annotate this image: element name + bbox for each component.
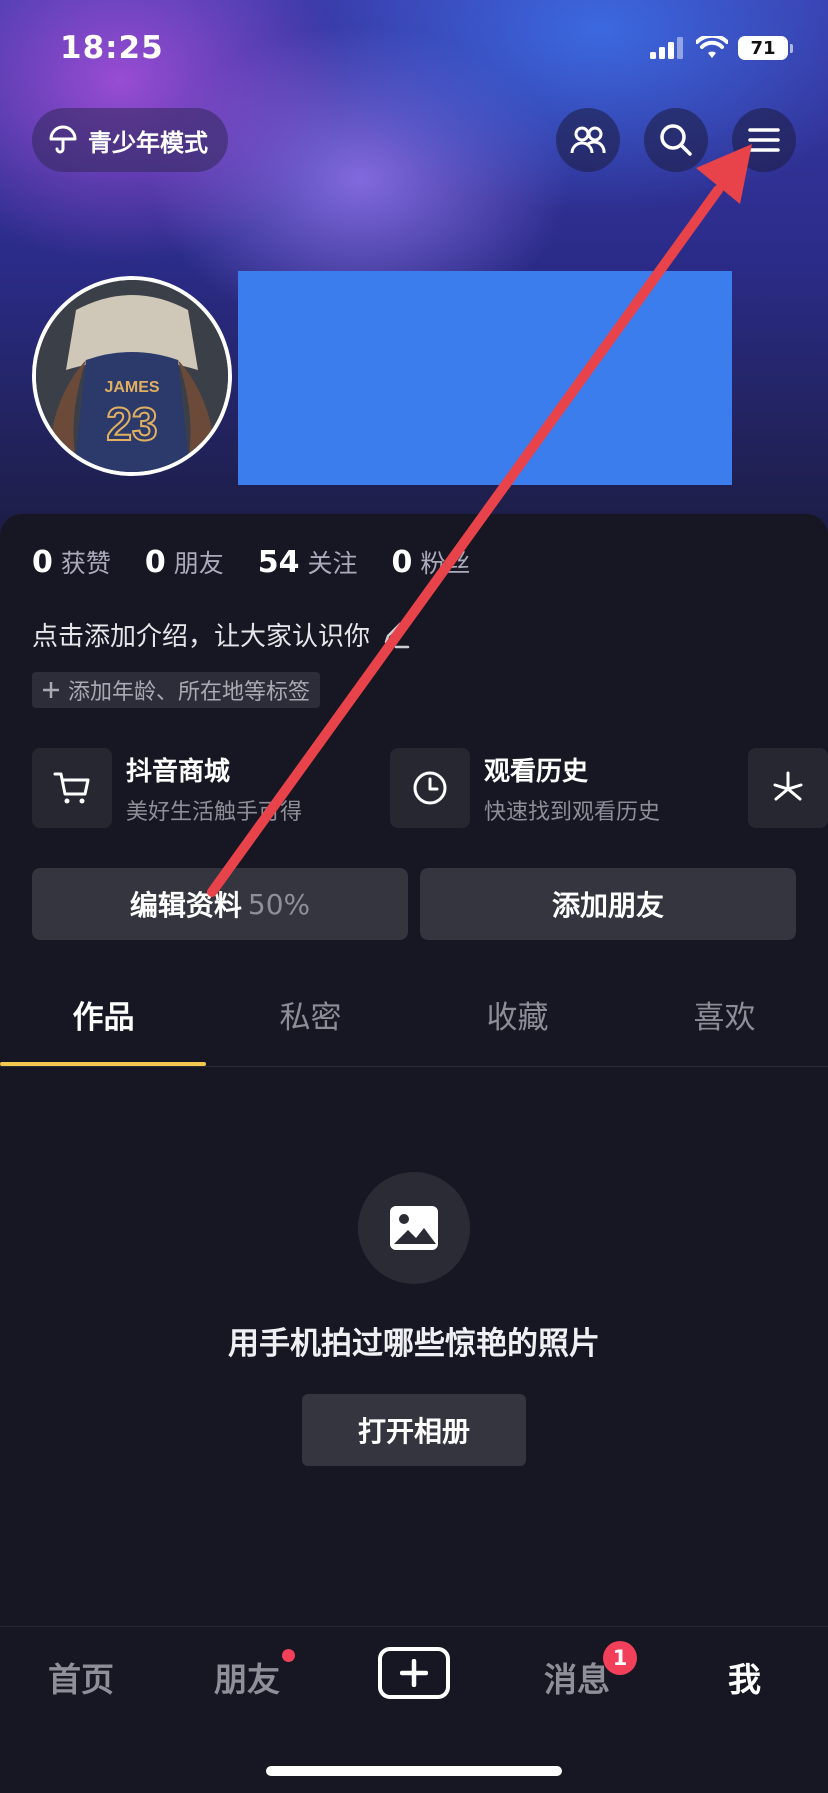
- status-bar: 18:25 71: [60, 30, 793, 70]
- people-icon: [570, 126, 606, 154]
- plus-icon: [400, 1659, 428, 1687]
- cart-icon: [53, 772, 90, 804]
- service-mall-subtitle: 美好生活触手可得: [126, 799, 303, 825]
- nav-me[interactable]: 我: [728, 1653, 761, 1701]
- service-mall-title: 抖音商城: [126, 756, 231, 787]
- sparkle-icon: [773, 771, 803, 801]
- stat-friends[interactable]: 0 朋友: [145, 544, 224, 580]
- tab-favorites[interactable]: 收藏: [414, 962, 621, 1066]
- service-mall[interactable]: 抖音商城 美好生活触手可得: [32, 748, 302, 828]
- empty-state-text: 用手机拍过哪些惊艳的照片: [228, 1326, 600, 1362]
- status-icons: 71: [650, 36, 793, 60]
- clock-icon: [413, 771, 447, 805]
- plus-icon: [43, 682, 59, 698]
- service-more[interactable]: [748, 748, 828, 828]
- service-history[interactable]: 观看历史 快速找到观看历史: [390, 748, 660, 828]
- edit-profile-button[interactable]: 编辑资料 50%: [32, 868, 408, 940]
- avatar-image: JAMES 23: [36, 280, 228, 472]
- search-button[interactable]: [644, 108, 708, 172]
- add-tags-label: 添加年龄、所在地等标签: [68, 680, 311, 705]
- image-icon: [390, 1206, 438, 1250]
- avatar[interactable]: JAMES 23: [32, 276, 232, 476]
- menu-button[interactable]: [732, 108, 796, 172]
- add-friend-label: 添加朋友: [551, 889, 664, 922]
- open-album-button[interactable]: 打开相册: [302, 1394, 526, 1466]
- stat-likes[interactable]: 0 获赞: [32, 544, 111, 580]
- stat-following[interactable]: 54 关注: [258, 544, 358, 580]
- status-time: 18:25: [60, 30, 164, 66]
- tab-likes[interactable]: 喜欢: [621, 962, 828, 1066]
- battery-icon: 71: [738, 36, 793, 60]
- stat-fans[interactable]: 0 粉丝: [392, 544, 471, 580]
- wifi-icon: [696, 36, 728, 58]
- hamburger-icon: [748, 128, 780, 152]
- service-history-icon-box: [390, 748, 470, 828]
- stats-row: 0 获赞 0 朋友 54 关注 0 粉丝: [32, 544, 470, 580]
- add-tags-button[interactable]: 添加年龄、所在地等标签: [32, 672, 321, 708]
- messages-badge: 1: [603, 1641, 637, 1675]
- tab-works[interactable]: 作品: [0, 962, 207, 1066]
- add-friend-button[interactable]: 添加朋友: [420, 868, 796, 940]
- friends-list-button[interactable]: [556, 108, 620, 172]
- nav-home[interactable]: 首页: [48, 1653, 114, 1701]
- create-button[interactable]: [378, 1647, 450, 1699]
- search-icon: [660, 124, 692, 156]
- signal-icon: [650, 37, 683, 59]
- svg-text:JAMES: JAMES: [104, 379, 159, 396]
- service-mall-icon-box: [32, 748, 112, 828]
- active-tab-indicator: [0, 1062, 206, 1066]
- service-more-icon-box: [748, 748, 828, 828]
- svg-text:23: 23: [106, 398, 157, 450]
- intro-text: 点击添加介绍，让大家认识你: [32, 622, 371, 652]
- home-indicator: [266, 1766, 562, 1776]
- nav-friends[interactable]: 朋友: [214, 1653, 280, 1701]
- tab-private[interactable]: 私密: [207, 962, 414, 1066]
- service-history-title: 观看历史: [484, 756, 589, 787]
- empty-state-icon-wrap: [358, 1172, 470, 1284]
- umbrella-icon: [49, 125, 77, 154]
- nav-messages[interactable]: 消息: [544, 1653, 610, 1701]
- redacted-area: [238, 271, 732, 485]
- pencil-icon: [384, 622, 410, 648]
- teen-mode-label: 青少年模式: [88, 128, 208, 157]
- edit-profile-label: 编辑资料: [129, 889, 242, 922]
- edit-profile-progress: 50%: [247, 887, 311, 921]
- intro-prompt[interactable]: 点击添加介绍，让大家认识你: [32, 616, 410, 653]
- friends-notification-dot: [282, 1649, 295, 1662]
- content-tabs: 作品 私密 收藏 喜欢: [0, 962, 828, 1067]
- profile-panel: 0 获赞 0 朋友 54 关注 0 粉丝 点击添加介绍，让大家认识你 添加年龄、所在地等…: [0, 514, 828, 1624]
- teen-mode-button[interactable]: 青少年模式: [32, 108, 228, 172]
- service-history-subtitle: 快速找到观看历史: [484, 799, 661, 825]
